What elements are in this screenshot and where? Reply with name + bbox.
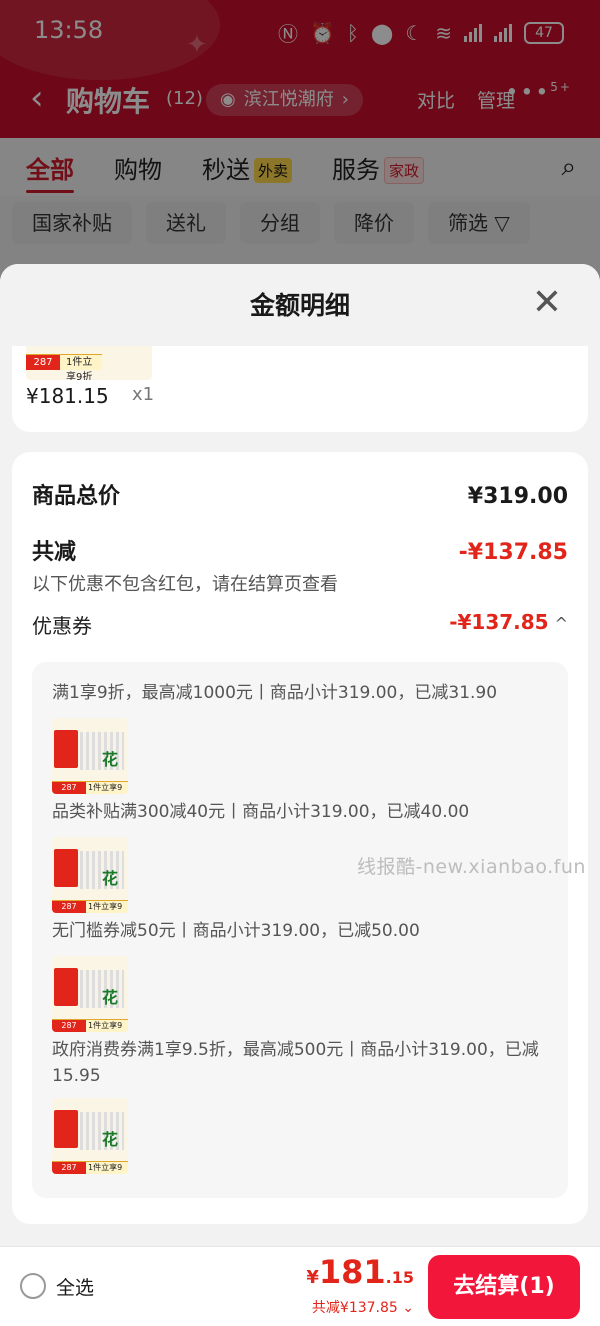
discount-value: -¥137.85 <box>458 540 568 565</box>
coupon-item: 无门槛券减50元丨商品小计319.00，已减50.00 <box>52 921 420 941</box>
chevron-down-icon: ⌄ <box>402 1300 414 1316</box>
select-all-label[interactable]: 全选 <box>56 1273 94 1300</box>
coupon-product-thumbnail: 花 2871件立享9折 <box>52 837 128 913</box>
coupon-value: -¥137.85 <box>449 610 549 634</box>
coupon-product-thumbnail: 花 2871件立享9折 <box>52 718 128 794</box>
chevron-up-icon: ^ <box>554 614 568 633</box>
coupon-item: 品类补贴满300减40元丨商品小计319.00，已减40.00 <box>52 802 470 822</box>
coupon-row[interactable]: 优惠券 -¥137.85 ^ <box>32 610 568 639</box>
coupon-label: 优惠券 <box>32 614 92 638</box>
product-thumbnail: 287 1件立享9折 <box>26 346 152 380</box>
discount-row: 共减 -¥137.85 <box>32 534 568 566</box>
goods-total-label: 商品总价 <box>32 484 121 509</box>
coupon-list: 满1享9折，最高减1000元丨商品小计319.00，已减31.90 花 287 1… <box>32 662 568 1198</box>
coupon-item: 满1享9折，最高减1000元丨商品小计319.00，已减31.90 <box>52 683 498 703</box>
close-icon[interactable]: ✕ <box>532 282 562 323</box>
coupon-item: 政府消费券满1享9.5折，最高减500元丨商品小计319.00，已减15.95 <box>52 1040 539 1086</box>
discount-note: 以下优惠不包含红包，请在结算页查看 <box>32 574 338 595</box>
watermark: 线报酷-new.xianbao.fun <box>357 856 586 878</box>
goods-total-value: ¥319.00 <box>467 484 568 509</box>
checkout-bar: 全选 ¥181.15 共减¥137.85 ⌄ 去结算(1) <box>0 1246 600 1326</box>
product-quantity: x1 <box>132 384 155 405</box>
sheet-title: 金额明细 <box>249 291 350 320</box>
product-price: ¥181.15 <box>26 384 109 408</box>
coupon-product-thumbnail: 花 2871件立享9折 <box>52 1098 128 1174</box>
sheet-header: 金额明细 ✕ <box>0 264 600 346</box>
saved-amount[interactable]: 共减¥137.85 ⌄ <box>312 1297 414 1317</box>
goods-total-row: 商品总价 ¥319.00 <box>32 478 568 510</box>
total-price: ¥181.15 <box>306 1253 414 1291</box>
amount-detail-sheet: 金额明细 ✕ 287 1件立享9折 ¥181.15 x1 商品总价 ¥319.0… <box>0 264 600 1246</box>
coupon-product-thumbnail: 花 2871件立享9折 <box>52 956 128 1032</box>
product-card: 287 1件立享9折 ¥181.15 x1 <box>12 346 588 432</box>
select-all-checkbox[interactable] <box>20 1273 46 1299</box>
checkout-button[interactable]: 去结算(1) <box>428 1255 580 1319</box>
discount-label: 共减 <box>32 540 77 565</box>
price-detail-card: 商品总价 ¥319.00 共减 -¥137.85 以下优惠不包含红包，请在结算页… <box>12 452 588 1224</box>
